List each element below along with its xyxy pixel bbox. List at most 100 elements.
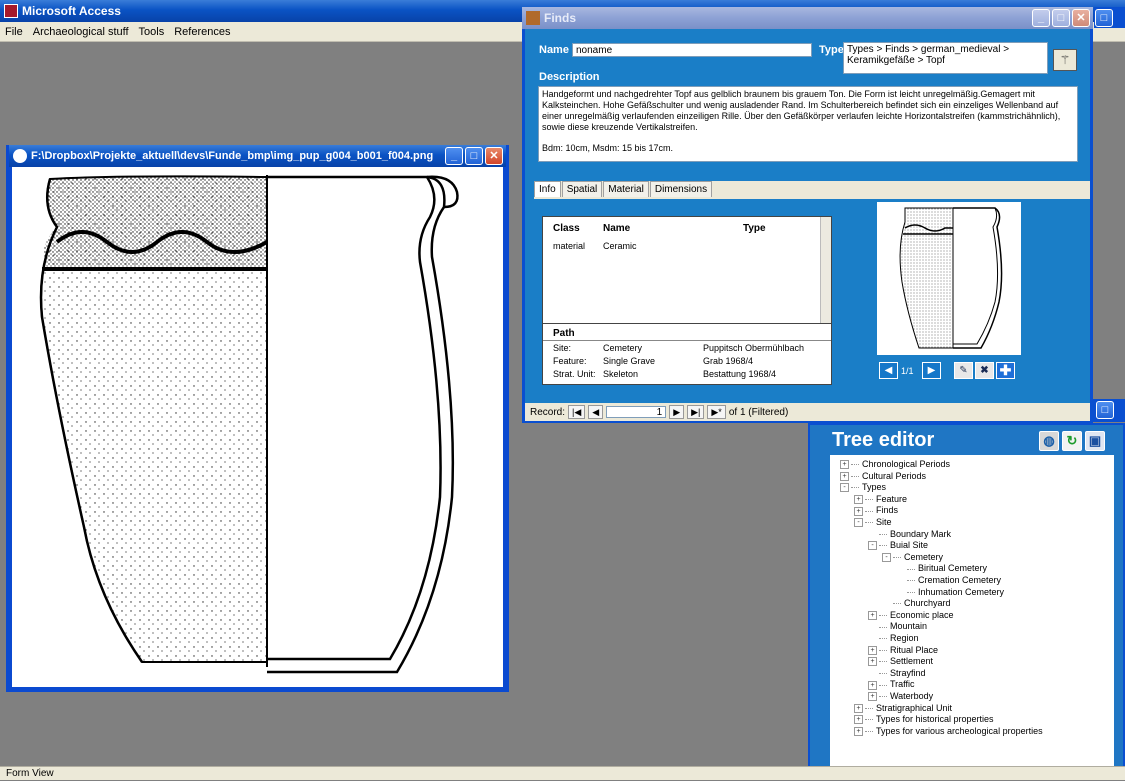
tree-node[interactable]: Strayfind [868,668,926,679]
tree-node[interactable]: + Settlement [868,656,933,667]
first-record-button[interactable]: |◀ [568,405,586,419]
tree-node[interactable]: + Cultural Periods [840,471,926,482]
tree-node[interactable]: + Types for various archeological propert… [854,726,1043,737]
tree-node[interactable]: Boundary Mark [868,529,951,540]
save-tree-button[interactable]: ▣ [1085,431,1105,451]
name-header: Name [603,223,631,234]
description-textarea[interactable]: Handgeformt und nachgedrehter Topf aus g… [538,86,1078,162]
finds-form-icon [526,11,540,25]
tree-node[interactable]: + Waterbody [868,691,933,702]
collapse-icon[interactable]: - [854,518,863,528]
tree-connector [893,556,901,558]
finds-minimize-button[interactable]: _ [1032,9,1050,27]
menu-file[interactable]: File [0,26,28,38]
tab-material[interactable]: Material [603,181,649,197]
tree-node[interactable]: + Chronological Periods [840,459,950,470]
menu-references[interactable]: References [169,26,235,38]
collapse-icon[interactable]: - [868,541,877,551]
description-dimensions: Bdm: 10cm, Msdm: 15 bis 17cm. [542,143,674,153]
tab-spatial[interactable]: Spatial [561,181,603,197]
tree-node[interactable]: Mountain [868,621,927,632]
collapse-icon[interactable]: - [882,552,891,562]
expand-icon[interactable]: + [854,506,863,516]
class-table-scrollbar[interactable] [820,217,831,323]
tree-node[interactable]: - Cemetery [882,552,943,563]
refresh-button[interactable]: ↻ [1062,431,1082,451]
tree-node[interactable]: + Feature [854,494,907,505]
name-input[interactable]: noname [572,43,812,57]
delete-image-button[interactable]: ✖ [975,362,994,379]
tree-view: + Chronological Periods + Cultural Periods -… [830,455,1114,767]
previous-record-button[interactable]: ◀ [588,405,604,419]
tree-node[interactable]: Inhumation Cemetery [896,587,1004,598]
class-cell[interactable]: material [553,241,585,251]
finds-title-bar[interactable]: Finds _ □ ✕ [522,7,1093,29]
finds-maximize-button[interactable]: □ [1052,9,1070,27]
finds-title: Finds [544,11,576,25]
tree-node-label: Site [876,517,892,527]
expand-icon[interactable]: + [854,494,863,504]
find-thumbnail[interactable] [877,202,1021,355]
next-record-button[interactable]: ▶ [669,405,685,419]
tree-node[interactable]: Region [868,633,919,644]
tree-connector [865,719,873,721]
tree-node[interactable]: Biritual Cemetery [896,563,987,574]
background-window-restore-button[interactable]: □ [1096,401,1114,419]
viewer-close-button[interactable]: ✕ [485,147,503,165]
add-image-button[interactable]: ✚ [996,362,1015,379]
tree-node[interactable]: + Economic place [868,610,954,621]
menu-archaeological-stuff[interactable]: Archaeological stuff [28,26,134,38]
type-field[interactable]: Types > Finds > german_medieval > Kerami… [843,42,1048,74]
new-record-button[interactable]: ▶* [707,405,726,419]
tree-node[interactable]: + Ritual Place [868,645,938,656]
tree-node-label: Waterbody [890,691,934,701]
tab-dimensions[interactable]: Dimensions [649,181,713,197]
record-number-input[interactable]: 1 [606,406,667,418]
viewer-minimize-button[interactable]: _ [445,147,463,165]
triangle-right-icon: ▶ [927,365,936,376]
edit-image-button[interactable]: ✎ [954,362,973,379]
globe-button[interactable]: ◍ [1039,431,1059,451]
tree-node[interactable]: Churchyard [882,598,951,609]
expand-icon[interactable]: + [868,692,877,702]
tree-node[interactable]: + Stratigraphical Unit [854,703,952,714]
status-bar: Form View [0,766,1125,780]
tab-info[interactable]: Info [534,181,561,197]
magic-wand-icon: ⚚ [1059,53,1071,67]
viewer-title-bar[interactable]: F:\Dropbox\Projekte_aktuell\devs\Funde_b… [9,145,506,167]
last-record-button[interactable]: ▶| [687,405,705,419]
finds-close-button[interactable]: ✕ [1072,9,1090,27]
refresh-icon: ↻ [1066,433,1078,448]
prev-image-button[interactable]: ◀ [879,362,898,379]
name-label: Name [539,44,569,56]
tree-node[interactable]: Cremation Cemetery [896,575,1001,586]
type-picker-button[interactable]: ⚚ [1053,49,1077,71]
collapse-icon[interactable]: - [840,483,849,493]
tree-node[interactable]: - Types [840,482,886,493]
expand-icon[interactable]: + [868,645,877,655]
menu-tools[interactable]: Tools [134,26,170,38]
expand-icon[interactable]: + [868,657,877,667]
expand-icon[interactable]: + [854,726,863,736]
next-image-button[interactable]: ▶ [922,362,941,379]
path-strat-label: Strat. Unit: [553,369,596,379]
path-title: Path [553,328,575,339]
tree-connector [879,614,887,616]
background-window-maximize-button[interactable]: □ [1095,9,1113,27]
finds-tabs: Info Spatial Material Dimensions [534,181,713,197]
tree-node[interactable]: - Site [854,517,892,528]
expand-icon[interactable]: + [840,471,849,481]
expand-icon[interactable]: + [854,703,863,713]
expand-icon[interactable]: + [868,680,877,690]
name-cell[interactable]: Ceramic [603,241,637,251]
expand-icon[interactable]: + [868,610,877,620]
tree-node[interactable]: - Buial Site [868,540,928,551]
tree-node[interactable]: + Traffic [868,679,915,690]
tree-node[interactable]: + Types for historical properties [854,714,994,725]
tree-node-label: Inhumation Cemetery [918,586,1005,597]
tree-node[interactable]: + Finds [854,505,898,516]
tree-node-label: Biritual Cemetery [918,563,988,574]
viewer-maximize-button[interactable]: □ [465,147,483,165]
expand-icon[interactable]: + [840,460,849,470]
expand-icon[interactable]: + [854,715,863,725]
